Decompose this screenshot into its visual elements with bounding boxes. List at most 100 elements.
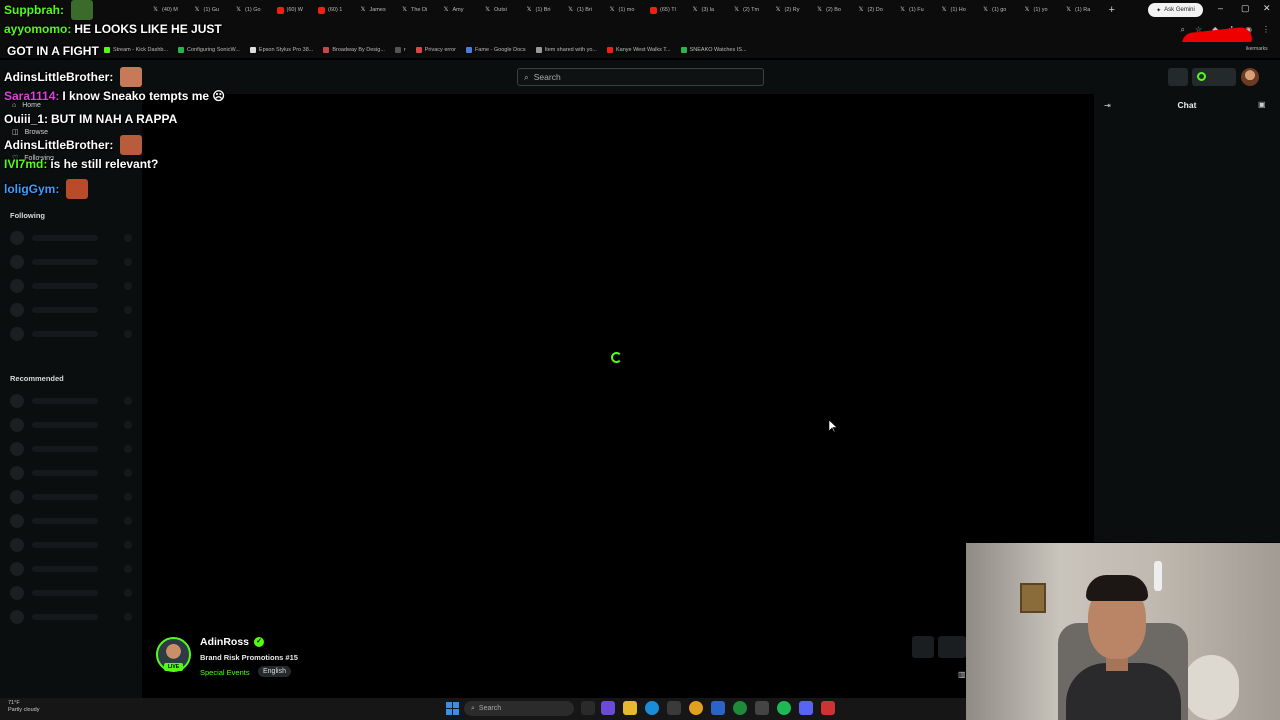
zoom-icon[interactable]: ⌕ [1181, 25, 1185, 35]
browser-tab[interactable]: 𝕏 (1) go [978, 1, 1020, 19]
mouse-cursor-icon [829, 420, 837, 432]
close-window-button[interactable]: ✕ [1263, 3, 1271, 14]
stream-tag[interactable]: English [258, 666, 291, 677]
x-logo-icon: 𝕏 [1066, 6, 1071, 13]
browser-tab[interactable]: 𝕏 (2) Do [854, 1, 896, 19]
browser-tab[interactable]: 𝕏 (40) M [148, 1, 190, 19]
file-explorer-icon[interactable] [623, 701, 637, 715]
skeleton-placeholder [124, 445, 132, 453]
skeleton-placeholder [32, 446, 98, 452]
bookmark-item[interactable]: Stream - Kick Dashb... [104, 47, 168, 53]
channel-skeleton-row [10, 610, 132, 624]
channel-name[interactable]: AdinRoss ✓ [200, 636, 265, 648]
bookmark-item[interactable]: Privacy error [415, 47, 456, 53]
bookmark-item[interactable]: Broadway By Desig... [323, 47, 385, 53]
xbox-icon[interactable] [733, 701, 747, 715]
bookmark-item[interactable]: Kanye West Walks T... [606, 47, 671, 53]
overlay-username: Sara1114: [4, 89, 60, 103]
nav-home[interactable]: ⌂ Home [12, 102, 41, 109]
bookmark-item[interactable]: Item shared with yo... [535, 47, 597, 53]
skeleton-placeholder [32, 518, 98, 524]
browser-tab[interactable]: 𝕏 Outsi [480, 1, 522, 19]
skeleton-placeholder [10, 327, 24, 341]
bookmark-item[interactable]: Fame - Google Docs [465, 47, 526, 53]
notifications-button[interactable] [1168, 68, 1188, 86]
tab-label: (1) Go [245, 7, 261, 13]
skeleton-placeholder [124, 421, 132, 429]
browser-tab[interactable]: 𝕏 (2) Bo [812, 1, 854, 19]
browser-tab[interactable]: 𝕏 (1) yo [1020, 1, 1062, 19]
browser-tab[interactable]: 𝕏 (1) mo [605, 1, 647, 19]
weather-desc: Partly cloudy [8, 707, 40, 713]
channel-skeleton-row [10, 327, 132, 341]
wall-picture [1020, 583, 1046, 613]
tab-label: Amy [452, 7, 464, 13]
bookmark-item[interactable]: r [394, 47, 406, 53]
new-tab-button[interactable]: + [1109, 4, 1115, 16]
channel-name-label: AdinRoss [200, 636, 250, 648]
browser-tab[interactable]: 𝕏 (2) Tm [729, 1, 771, 19]
chrome-icon[interactable] [689, 701, 703, 715]
user-avatar[interactable] [1241, 68, 1259, 86]
browser-tab[interactable]: 𝕏 Amy [439, 1, 481, 19]
bookmark-item[interactable]: SNEAKO Watches IS... [680, 47, 747, 53]
bookmark-item[interactable]: Epson Stylus Pro 38... [249, 47, 313, 53]
minimize-button[interactable]: – [1218, 3, 1223, 13]
store-icon[interactable] [667, 701, 681, 715]
recorder-icon[interactable] [821, 701, 835, 715]
browser-menu-icon[interactable]: ⋮ [1262, 25, 1270, 35]
skeleton-placeholder [32, 470, 98, 476]
follow-button[interactable] [912, 636, 934, 658]
skeleton-placeholder [32, 283, 98, 289]
browser-tab[interactable]: 𝕏 (1) Ho [937, 1, 979, 19]
bookmark-favicon-icon [535, 47, 542, 53]
skeleton-placeholder [124, 565, 132, 573]
ask-gemini-button[interactable]: ✦ Ask Gemini [1148, 3, 1203, 17]
browser-tab[interactable]: (60) 1 [314, 1, 356, 19]
spotify-icon[interactable] [777, 701, 791, 715]
browser-tab[interactable]: 𝕏 James [356, 1, 398, 19]
channel-skeleton-row [10, 586, 132, 600]
edge-icon[interactable] [645, 701, 659, 715]
skeleton-placeholder [124, 541, 132, 549]
browser-tab[interactable]: 𝕏 (1) Fu [895, 1, 937, 19]
bookmark-label: SNEAKO Watches IS... [689, 47, 747, 53]
browser-tab[interactable]: 𝕏 (1) Bri [563, 1, 605, 19]
nav-home-label: Home [22, 102, 41, 109]
browser-tab[interactable]: 𝕏 (3) la [688, 1, 730, 19]
browser-tab[interactable]: (65) Tl [646, 1, 688, 19]
tab-label: (1) Bri [535, 7, 551, 13]
browser-tab[interactable]: 𝕏 (1) Gu [190, 1, 232, 19]
stream-category[interactable]: Special Events [200, 668, 250, 677]
discord-icon[interactable] [799, 701, 813, 715]
browser-tab[interactable]: 𝕏 (1) Go [231, 1, 273, 19]
browser-tab[interactable]: 𝕏 The Di [397, 1, 439, 19]
bookmark-label: Configuring SonicW... [187, 47, 240, 53]
skeleton-placeholder [10, 490, 24, 504]
bookmark-item[interactable]: Configuring SonicW... [178, 47, 240, 53]
browser-tab[interactable]: 𝕏 (2) Ry [771, 1, 813, 19]
kicks-balance-button[interactable] [1192, 68, 1236, 86]
browser-tab[interactable]: 𝕏 (1) Ra [1061, 1, 1103, 19]
subscribe-button[interactable] [938, 636, 966, 658]
theater-mode-icon[interactable]: ▥ [958, 670, 966, 679]
gift-icon[interactable]: ▣ [1258, 100, 1266, 109]
live-badge: LIVE [164, 663, 183, 671]
windows-start-icon[interactable] [446, 702, 459, 715]
bookmark-label: r [403, 47, 406, 53]
following-section-title: Following [10, 211, 45, 220]
screen: 𝕏 (40) M 𝕏 (1) Gu 𝕏 (1) Go (60) W (60) 1 𝕏 James 𝕏… [0, 0, 1280, 720]
browser-tab[interactable]: 𝕏 (1) Bri [522, 1, 564, 19]
copilot-icon[interactable] [601, 701, 615, 715]
restore-button[interactable]: ▢ [1241, 3, 1250, 14]
x-logo-icon: 𝕏 [941, 6, 947, 13]
app-icon[interactable] [755, 701, 769, 715]
browser-tab[interactable]: (60) W [273, 1, 315, 19]
overlay-username: Suppbrah: [4, 3, 64, 17]
search-input[interactable]: ⌕ Search [517, 68, 764, 86]
overlay-username: IVI7md: [4, 157, 48, 171]
weather-widget[interactable]: 71°F Partly cloudy [8, 700, 40, 714]
taskbar-search[interactable]: ⌕ Search [464, 701, 574, 716]
task-view-icon[interactable] [581, 701, 595, 715]
word-icon[interactable] [711, 701, 725, 715]
